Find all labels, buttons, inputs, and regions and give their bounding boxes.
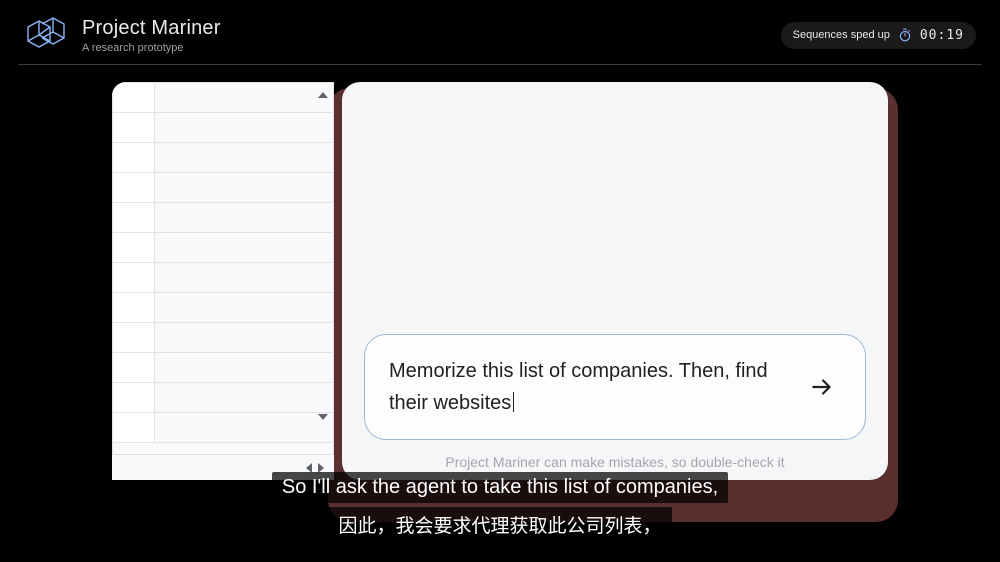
vertical-scrollbar[interactable] [316,92,330,420]
prompt-input[interactable]: Memorize this list of companies. Then, f… [364,334,866,440]
page-subtitle: A research prototype [82,42,221,54]
disclaimer-text: Project Mariner can make mistakes, so do… [364,454,866,470]
chevron-left-icon[interactable] [306,463,312,473]
timer-pill: Sequences sped up 00:19 [781,22,976,49]
timer-value: 00:19 [920,28,964,43]
send-button[interactable] [803,368,841,406]
scroll-up-icon[interactable] [318,92,328,98]
prompt-text[interactable]: Memorize this list of companies. Then, f… [389,355,789,419]
header: Project Mariner A research prototype Seq… [0,0,1000,64]
chevron-right-icon[interactable] [318,463,324,473]
text-cursor [513,392,514,412]
brand: Project Mariner A research prototype [24,16,221,54]
spreadsheet-panel[interactable] [112,82,334,480]
stopwatch-icon [898,28,912,42]
timer-label: Sequences sped up [793,29,890,41]
page-title: Project Mariner [82,17,221,40]
scroll-down-icon[interactable] [318,414,328,420]
sheet-tab-nav [112,454,334,480]
divider [18,64,982,65]
agent-panel: Memorize this list of companies. Then, f… [342,82,888,480]
prompt-text-value: Memorize this list of companies. Then, f… [389,360,768,414]
logo-icon [24,16,68,54]
spreadsheet-grid[interactable] [112,82,334,454]
